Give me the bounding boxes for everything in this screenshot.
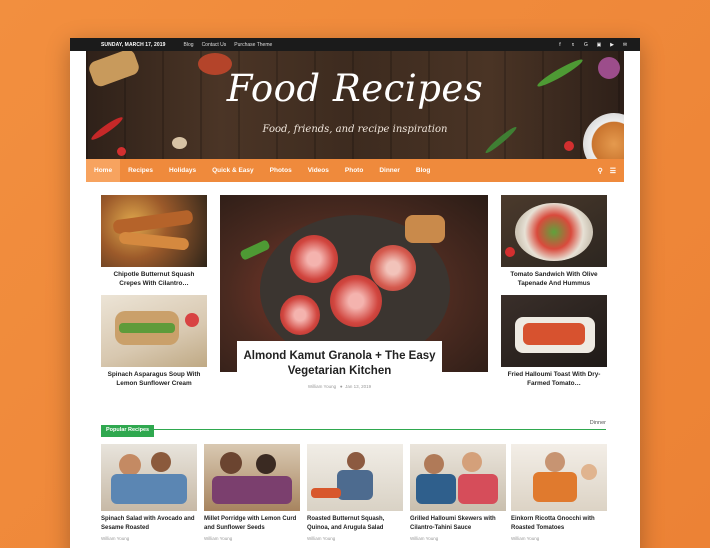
- youtube-icon[interactable]: ▶: [609, 42, 615, 48]
- feature-date: Jan 13, 2019: [345, 384, 372, 389]
- nav-item-dinner[interactable]: Dinner: [371, 159, 408, 182]
- feature-author[interactable]: William Young: [308, 384, 336, 389]
- menu-icon[interactable]: ☰: [610, 167, 616, 175]
- popular-recipes-header: Popular Recipes Dinner: [101, 418, 606, 437]
- site-header: Food Recipes Food, friends, and recipe i…: [86, 51, 624, 159]
- popular-image-2[interactable]: [204, 444, 300, 511]
- popular-author-2[interactable]: William Young: [204, 536, 232, 541]
- tomato-decoration: [117, 147, 126, 156]
- envelope-icon[interactable]: ✉: [622, 42, 628, 48]
- search-icon[interactable]: ⚲: [598, 167, 603, 175]
- popular-author-4[interactable]: William Young: [410, 536, 438, 541]
- popular-image-4[interactable]: [410, 444, 506, 511]
- site-tagline: Food, friends, and recipe inspiration: [262, 124, 448, 135]
- facebook-icon[interactable]: f: [557, 42, 563, 48]
- pasta-plate-decoration: [583, 113, 624, 159]
- main-nav: Home Recipes Holidays Quick & Easy Photo…: [86, 159, 624, 182]
- card-title-tomato-sandwich[interactable]: Tomato Sandwich With Olive Tapenade And …: [506, 270, 602, 288]
- popular-image-3[interactable]: [307, 444, 403, 511]
- card-title-spinach-soup[interactable]: Spinach Asparagus Soup With Lemon Sunflo…: [106, 370, 202, 388]
- popular-title-5[interactable]: Einkorn Ricotta Gnocchi with Roasted Tom…: [511, 515, 611, 533]
- popular-title-3[interactable]: Roasted Butternut Squash, Quinoa, and Ar…: [307, 515, 407, 533]
- instagram-icon[interactable]: ▣: [596, 42, 602, 48]
- nav-item-quick-easy[interactable]: Quick & Easy: [204, 159, 262, 182]
- social-links: f 𝐭 G ▣ ▶ ✉: [557, 42, 628, 48]
- nav-item-recipes[interactable]: Recipes: [120, 159, 161, 182]
- nav-tools: ⚲ ☰: [598, 167, 624, 175]
- card-image-spinach-soup[interactable]: [101, 295, 207, 367]
- top-links: Blog Contact Us Purchase Theme: [176, 42, 273, 48]
- popular-recipes-tag: Popular Recipes: [101, 425, 155, 437]
- popular-image-5[interactable]: [511, 444, 607, 511]
- google-plus-icon[interactable]: G: [583, 42, 589, 48]
- nav-item-photos[interactable]: Photos: [262, 159, 300, 182]
- feature-title[interactable]: Almond Kamut Granola + The Easy Vegetari…: [237, 349, 442, 379]
- card-title-halloumi-toast[interactable]: Fried Halloumi Toast With Dry-Farmed Tom…: [506, 370, 602, 388]
- site-logo[interactable]: Food Recipes: [86, 67, 624, 110]
- popular-author-1[interactable]: William Young: [101, 536, 129, 541]
- top-bar: SUNDAY, MARCH 17, 2019 Blog Contact Us P…: [70, 38, 640, 51]
- feature-meta: William Young ● Jan 13, 2019: [307, 384, 372, 389]
- popular-title-2[interactable]: Millet Porridge with Lemon Curd and Sunf…: [204, 515, 304, 533]
- top-link-blog[interactable]: Blog: [184, 42, 194, 48]
- feature-caption: Almond Kamut Granola + The Easy Vegetari…: [237, 341, 442, 397]
- top-link-contact[interactable]: Contact Us: [202, 42, 227, 48]
- popular-title-4[interactable]: Grilled Halloumi Skewers with Cilantro-T…: [410, 515, 510, 533]
- nav-item-blog[interactable]: Blog: [408, 159, 438, 182]
- popular-filter-dinner[interactable]: Dinner: [590, 420, 606, 426]
- popular-image-1[interactable]: [101, 444, 197, 511]
- card-image-tomato-sandwich[interactable]: [501, 195, 607, 267]
- nav-item-videos[interactable]: Videos: [300, 159, 337, 182]
- nav-item-photo[interactable]: Photo: [337, 159, 371, 182]
- mushroom-decoration: [172, 137, 187, 149]
- twitter-icon[interactable]: 𝐭: [570, 42, 576, 48]
- nav-item-home[interactable]: Home: [86, 159, 121, 182]
- cherry-tomato-decoration: [564, 141, 574, 151]
- popular-author-3[interactable]: William Young: [307, 536, 335, 541]
- popular-author-5[interactable]: William Young: [511, 536, 539, 541]
- card-image-chipotle[interactable]: [101, 195, 207, 267]
- card-image-halloumi-toast[interactable]: [501, 295, 607, 367]
- current-date: SUNDAY, MARCH 17, 2019: [101, 41, 166, 48]
- nav-item-holidays[interactable]: Holidays: [161, 159, 204, 182]
- popular-title-1[interactable]: Spinach Salad with Avocado and Sesame Ro…: [101, 515, 201, 533]
- top-link-purchase[interactable]: Purchase Theme: [234, 42, 272, 48]
- card-title-chipotle[interactable]: Chipotle Butternut Squash Crepes With Ci…: [106, 270, 202, 288]
- website-preview: SUNDAY, MARCH 17, 2019 Blog Contact Us P…: [70, 38, 640, 548]
